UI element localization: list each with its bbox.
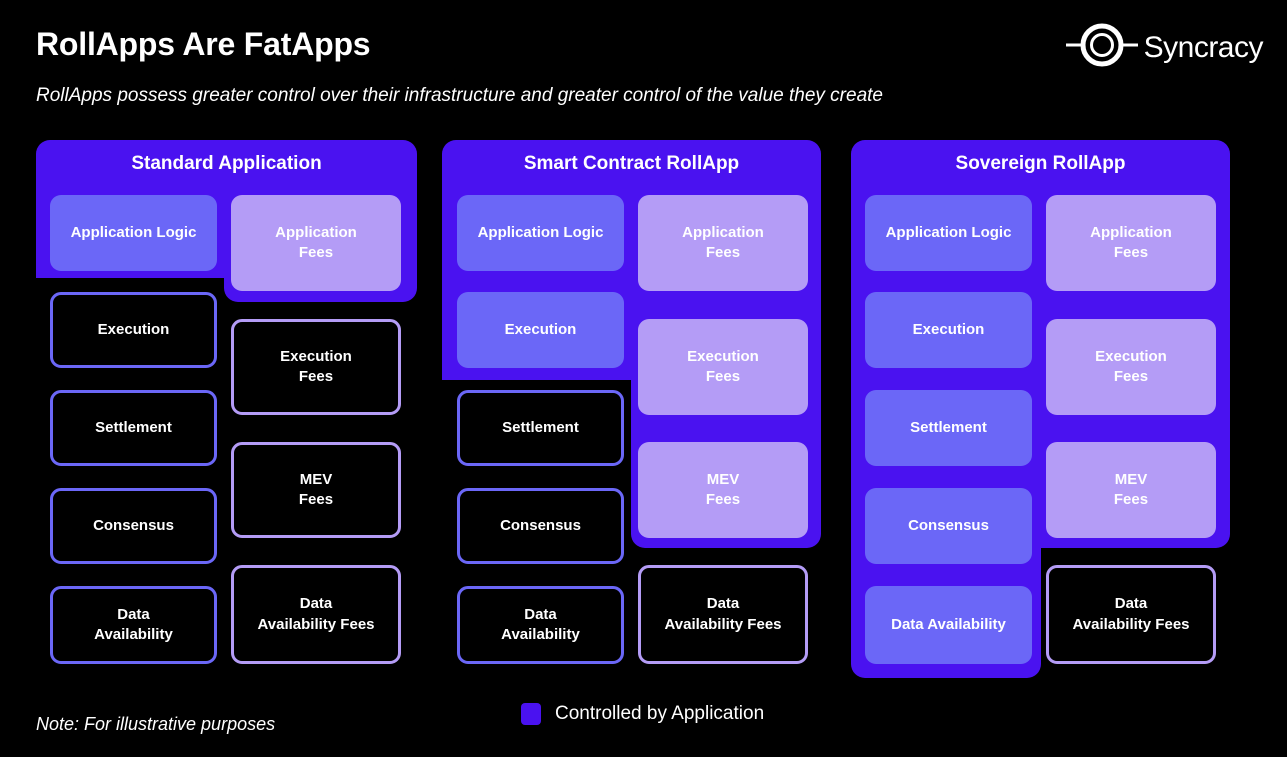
stack-box[interactable]: Settlement [865, 390, 1032, 466]
fees-box[interactable]: Execution Fees [231, 319, 401, 415]
fees-box[interactable]: Application Fees [1046, 195, 1216, 291]
legend: Controlled by Application [521, 703, 764, 725]
brand-name: Syncracy [1143, 30, 1264, 64]
fees-box[interactable]: Application Fees [231, 195, 401, 291]
fees-box[interactable]: MEV Fees [231, 442, 401, 538]
stack-box-label: Consensus [93, 516, 174, 534]
fees-box[interactable]: Data Availability Fees [638, 565, 808, 664]
legend-swatch-icon [521, 703, 541, 725]
stack-box-label: Settlement [502, 418, 579, 436]
fees-box-label: Application Fees [682, 223, 764, 261]
footer-note: Note: For illustrative purposes [36, 714, 276, 734]
stack-box-label: Execution [97, 320, 170, 338]
page-title: RollApps Are FatApps [36, 26, 371, 62]
fees-box-label: Data Availability Fees [1072, 595, 1190, 633]
stack-box[interactable]: Consensus [865, 488, 1032, 564]
stack-box-label: Consensus [908, 516, 989, 534]
circle-line-logo-icon [1064, 22, 1140, 73]
column-title-standard-application: Standard Application [131, 153, 322, 174]
stack-box-label: Execution [912, 320, 985, 338]
stack-box[interactable]: Application Logic [457, 195, 624, 271]
fees-box[interactable]: Execution Fees [1046, 319, 1216, 415]
stack-box[interactable]: Consensus [457, 488, 624, 564]
stack-box-label: Application Logic [885, 223, 1012, 241]
stack-box[interactable]: Application Logic [50, 195, 217, 271]
fees-box[interactable]: Data Availability Fees [231, 565, 401, 664]
stack-box[interactable]: Data Availability [865, 586, 1032, 664]
column-title-sovereign-rollapp: Sovereign RollApp [955, 153, 1126, 174]
fees-box-label: MEV Fees [298, 470, 334, 508]
fees-box[interactable]: Data Availability Fees [1046, 565, 1216, 664]
fees-box-label: MEV Fees [1113, 470, 1149, 508]
fees-box-label: Execution Fees [1095, 347, 1167, 385]
stack-box[interactable]: Data Availability [457, 586, 624, 664]
fees-box-label: MEV Fees [705, 470, 741, 508]
page-subtitle: RollApps possess greater control over th… [36, 85, 883, 106]
stack-box-label: Consensus [500, 516, 581, 534]
stack-box-label: Application Logic [70, 223, 197, 241]
stack-box-label: Data Availability [501, 605, 580, 643]
stack-box[interactable]: Execution [50, 292, 217, 368]
brand-logo: Syncracy [1064, 22, 1264, 73]
fees-box[interactable]: Execution Fees [638, 319, 808, 415]
stack-box[interactable]: Execution [865, 292, 1032, 368]
fees-box-label: Data Availability Fees [664, 595, 782, 633]
stack-box-label: Application Logic [477, 223, 604, 241]
fees-box-label: Data Availability Fees [257, 595, 375, 633]
fees-box[interactable]: MEV Fees [638, 442, 808, 538]
stack-box-label: Data Availability [891, 615, 1006, 633]
stack-box[interactable]: Application Logic [865, 195, 1032, 271]
stack-box[interactable]: Consensus [50, 488, 217, 564]
fees-box[interactable]: Application Fees [638, 195, 808, 291]
stack-box-label: Data Availability [94, 605, 173, 643]
diagram-canvas: RollApps Are FatApps RollApps possess gr… [0, 0, 1287, 757]
stack-box[interactable]: Execution [457, 292, 624, 368]
stack-box[interactable]: Settlement [457, 390, 624, 466]
fees-box-label: Application Fees [275, 223, 357, 261]
legend-label: Controlled by Application [555, 703, 765, 724]
column-title-smart-contract-rollapp: Smart Contract RollApp [523, 153, 740, 174]
fees-box-label: Application Fees [1090, 223, 1172, 261]
stack-box[interactable]: Data Availability [50, 586, 217, 664]
fees-box-label: Execution Fees [280, 347, 352, 385]
stack-box-label: Settlement [910, 418, 987, 436]
stack-box[interactable]: Settlement [50, 390, 217, 466]
stack-box-label: Settlement [95, 418, 172, 436]
stack-box-label: Execution [504, 320, 577, 338]
fees-box[interactable]: MEV Fees [1046, 442, 1216, 538]
fees-box-label: Execution Fees [687, 347, 759, 385]
